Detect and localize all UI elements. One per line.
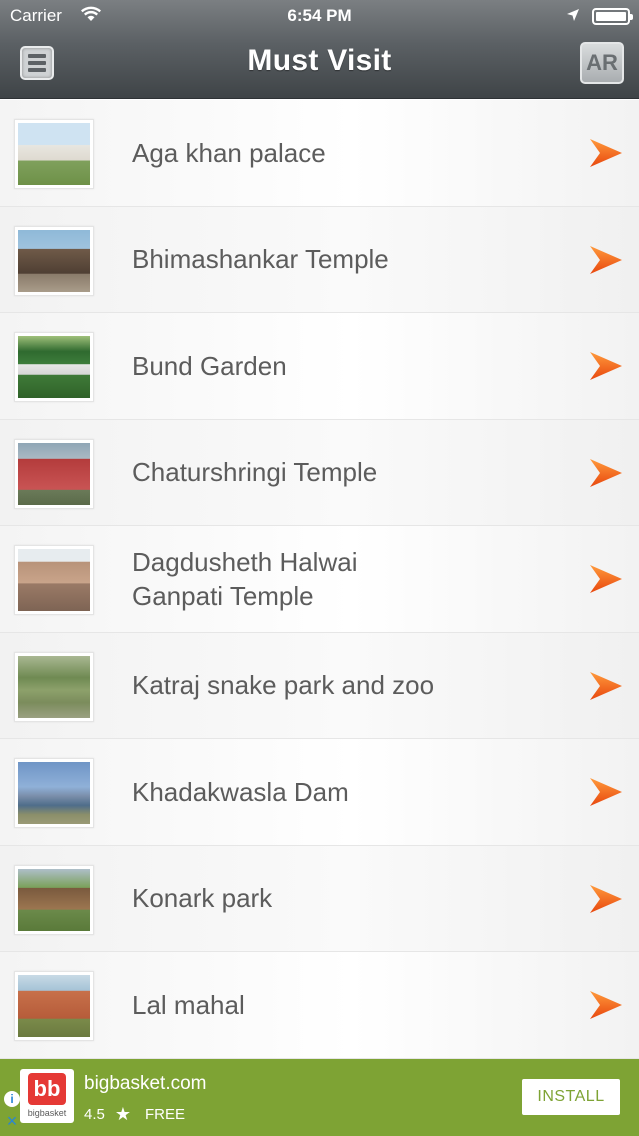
place-thumbnail bbox=[14, 545, 94, 615]
list-item[interactable]: Khadakwasla Dam bbox=[0, 739, 639, 846]
chevron-right-icon bbox=[590, 778, 622, 806]
place-thumbnail bbox=[14, 119, 94, 189]
location-arrow-icon bbox=[567, 9, 579, 21]
ad-app-logo: bb bigbasket bbox=[20, 1069, 74, 1123]
battery-icon bbox=[592, 8, 633, 25]
place-thumbnail bbox=[14, 438, 94, 509]
ad-app-name: bigbasket.com bbox=[84, 1073, 207, 1094]
chevron-right-icon bbox=[590, 991, 622, 1019]
page-title: Must Visit bbox=[247, 44, 392, 77]
chevron-right-icon bbox=[590, 139, 622, 167]
place-name: Bund Garden bbox=[132, 350, 287, 381]
status-time: 6:54 PM bbox=[287, 6, 352, 25]
info-icon[interactable]: i bbox=[4, 1091, 20, 1107]
place-thumbnail bbox=[14, 225, 94, 296]
place-name: Lal mahal bbox=[132, 989, 245, 1020]
ar-button[interactable]: AR bbox=[580, 42, 624, 84]
place-thumbnail bbox=[14, 758, 94, 828]
place-thumbnail bbox=[14, 651, 94, 722]
list-item[interactable]: Dagdusheth Halwai Ganpati Temple bbox=[0, 526, 639, 633]
chevron-right-icon bbox=[590, 671, 622, 700]
list-item[interactable]: Konark park bbox=[0, 845, 639, 952]
bigbasket-logo-icon: bb bbox=[28, 1073, 66, 1105]
place-name: Chaturshringi Temple bbox=[132, 457, 378, 488]
logo-caption: bigbasket bbox=[27, 1108, 67, 1118]
ad-banner[interactable]: i × bb bigbasket bigbasket.com 4.5 ★ FRE… bbox=[0, 1059, 639, 1136]
status-bar: Carrier 6:54 PM bbox=[0, 0, 639, 34]
list-item[interactable]: Bhimashankar Temple bbox=[0, 206, 639, 313]
list-item[interactable]: Bund Garden bbox=[0, 313, 639, 420]
list-item[interactable]: Aga khan palace bbox=[0, 100, 639, 207]
chevron-right-icon bbox=[590, 352, 622, 380]
place-thumbnail bbox=[14, 971, 94, 1041]
place-thumbnail bbox=[14, 864, 94, 935]
close-icon[interactable]: × bbox=[4, 1112, 20, 1130]
chevron-right-icon bbox=[590, 884, 622, 913]
ad-price: FREE bbox=[145, 1106, 186, 1123]
list-item[interactable]: Lal mahal bbox=[0, 952, 639, 1059]
chevron-right-icon bbox=[590, 565, 622, 593]
list-item[interactable]: Katraj snake park and zoo bbox=[0, 632, 639, 739]
places-list: Aga khan palace Bhimashankar Temple Bund… bbox=[0, 100, 639, 1059]
chevron-right-icon bbox=[590, 458, 622, 487]
chevron-right-icon bbox=[590, 245, 622, 274]
top-bar: Carrier 6:54 PM Must Visit AR bbox=[0, 0, 639, 99]
place-thumbnail bbox=[14, 332, 94, 402]
star-icon: ★ bbox=[114, 1104, 131, 1124]
ad-rating-row: 4.5 ★ FREE bbox=[84, 1104, 185, 1125]
place-name: Katraj snake park and zoo bbox=[132, 670, 435, 701]
place-name: Khadakwasla Dam bbox=[132, 776, 349, 807]
place-name: Bhimashankar Temple bbox=[132, 244, 389, 275]
place-name: Konark park bbox=[132, 883, 273, 914]
place-name: Dagdusheth Halwai Ganpati Temple bbox=[132, 546, 358, 611]
ad-rating-value: 4.5 bbox=[84, 1106, 105, 1123]
place-name: Aga khan palace bbox=[132, 137, 326, 168]
install-button[interactable]: INSTALL bbox=[522, 1079, 620, 1115]
list-item[interactable]: Chaturshringi Temple bbox=[0, 419, 639, 526]
